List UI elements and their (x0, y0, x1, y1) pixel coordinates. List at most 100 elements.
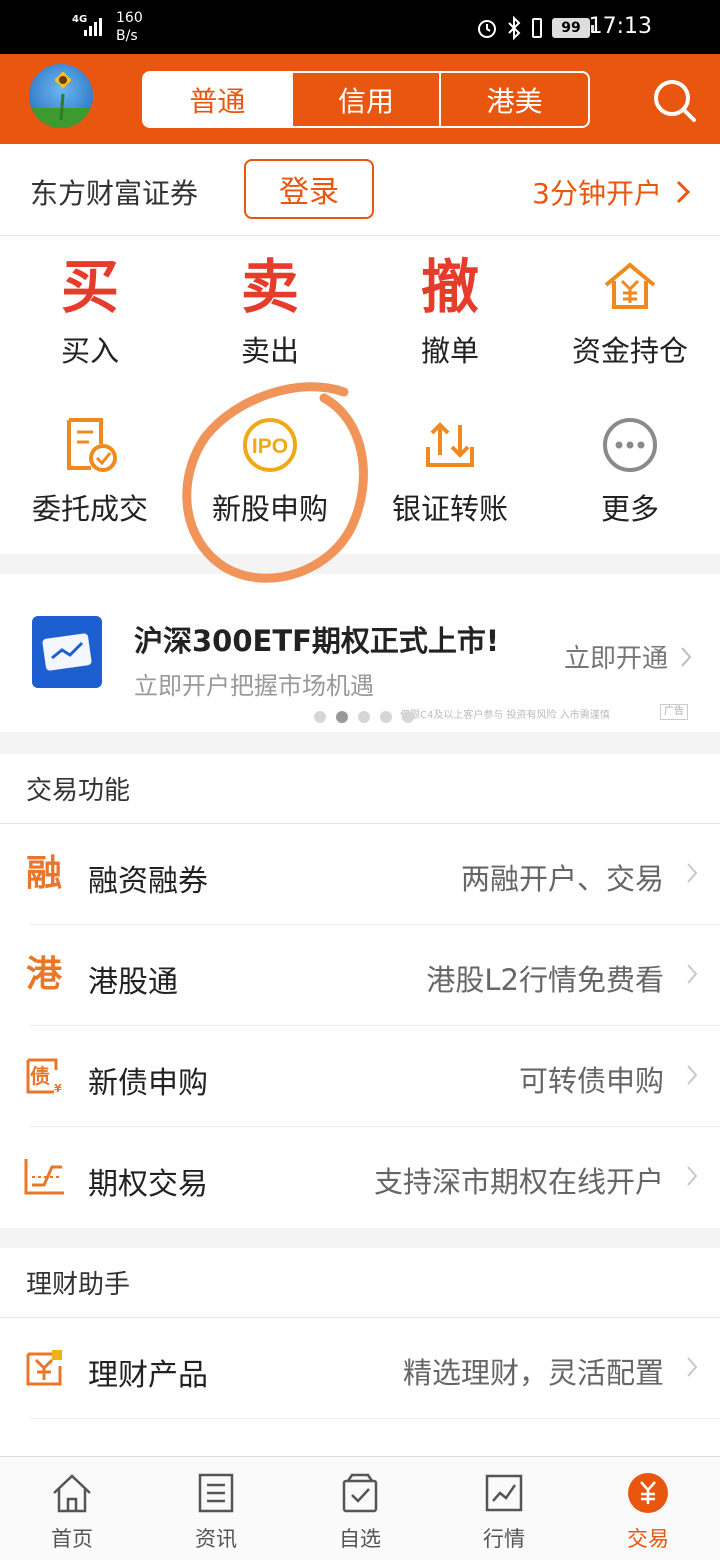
row-desc: 精选理财，灵活配置 (402, 1356, 664, 1390)
row-name: 理财产品 (88, 1358, 208, 1393)
speed-unit: B/s (116, 28, 138, 44)
svg-text:¥: ¥ (54, 1082, 62, 1095)
list-item-bond-subscribe[interactable]: 债 ¥ 新债申购 可转债申购 (0, 1026, 720, 1127)
buy-action[interactable]: 买 买入 (0, 236, 180, 386)
tab-news[interactable]: 资讯 (144, 1457, 288, 1560)
avatar[interactable] (29, 64, 93, 128)
search-icon[interactable] (650, 76, 698, 124)
tab-normal[interactable]: 普通 (144, 73, 293, 126)
ipo-icon: IPO (180, 412, 360, 478)
more-label: 更多 (600, 492, 659, 526)
banner-cta-label: 立即开通 (563, 644, 668, 674)
status-icons: 99 (476, 14, 594, 42)
chevron-right-icon (687, 1357, 698, 1377)
battery-icon: 99 (552, 18, 594, 38)
banner-chart-icon (32, 616, 102, 688)
home-icon (53, 1474, 91, 1513)
wealth-product-icon (22, 1346, 66, 1390)
bank-transfer-action[interactable]: 银证转账 (360, 394, 540, 544)
margin-icon: 融 (25, 853, 62, 894)
transfer-icon (360, 412, 540, 478)
bond-icon: 债 ¥ (22, 1054, 66, 1098)
trade-functions-section: 交易功能 融 融资融券 两融开户、交易 港 港股通 港股L2行情免费看 债 ¥ … (0, 754, 720, 1228)
row-name: 期权交易 (88, 1167, 208, 1202)
login-button[interactable]: 登录 (244, 159, 374, 219)
ad-badge: 广告 (660, 704, 688, 720)
ipo-subscribe-label: 新股申购 (211, 492, 328, 526)
orders-trades-action[interactable]: 委托成交 (0, 394, 180, 544)
open-account-link[interactable]: 3分钟开户 (532, 172, 690, 212)
ipo-icon-text: IPO (252, 435, 288, 458)
section-title: 交易功能 (0, 754, 720, 824)
row-desc: 两融开户、交易 (460, 862, 664, 896)
order-check-icon (0, 412, 180, 478)
banner-subtitle: 立即开户把握市场机遇 (134, 672, 374, 700)
carousel-dot[interactable] (380, 711, 392, 723)
news-icon (198, 1473, 234, 1513)
bottom-tab-bar: 首页 资讯 自选 行情 交易 (0, 1456, 720, 1560)
tab-label: 首页 (51, 1527, 93, 1551)
banner-title: 沪深300ETF期权正式上市! (134, 624, 500, 658)
list-item-margin-trading[interactable]: 融 融资融券 两融开户、交易 (0, 824, 720, 925)
signal-icon: 4G (72, 14, 104, 40)
bank-transfer-label: 银证转账 (391, 492, 508, 526)
sell-glyph: 卖 (240, 253, 299, 321)
list-item-wealth-products[interactable]: 理财产品 精选理财，灵活配置 (0, 1318, 720, 1419)
chevron-right-icon (687, 1065, 698, 1085)
sell-action[interactable]: 卖 卖出 (180, 236, 360, 386)
tab-watchlist[interactable]: 自选 (288, 1457, 432, 1560)
tab-label: 资讯 (195, 1527, 237, 1551)
cancel-glyph: 撤 (420, 253, 479, 321)
tab-label: 行情 (483, 1527, 525, 1551)
wealth-assistant-section: 理财助手 理财产品 精选理财，灵活配置 (0, 1248, 720, 1456)
chevron-right-icon (687, 964, 698, 984)
chevron-right-icon (681, 646, 692, 667)
status-bar: 4G 160 B/s 99 17:13 (0, 0, 720, 54)
trade-icon (628, 1473, 668, 1513)
speed-value: 160 (116, 10, 143, 26)
banner-cta[interactable]: 立即开通 (564, 638, 692, 675)
tab-trade[interactable]: 交易 (576, 1457, 720, 1560)
chevron-right-icon (687, 1166, 698, 1186)
carousel-dots (314, 711, 414, 723)
funds-positions-label: 资金持仓 (571, 334, 688, 368)
market-icon (485, 1474, 523, 1512)
carousel-dot[interactable] (336, 711, 348, 723)
ipo-subscribe-action[interactable]: IPO 新股申购 (180, 394, 360, 544)
alarm-icon (478, 20, 496, 38)
yuan-house-icon (540, 254, 720, 320)
clock: 17:13 (588, 14, 652, 39)
risk-note: 仅限C4及以上客户参与 投资有风险 入市需谨慎 (400, 710, 610, 721)
watchlist-icon (342, 1473, 378, 1513)
promo-banner[interactable]: 沪深300ETF期权正式上市! 立即开户把握市场机遇 立即开通 仅限C4及以上客… (0, 574, 720, 732)
bluetooth-icon (508, 16, 521, 40)
row-name: 新债申购 (88, 1066, 208, 1101)
row-desc: 港股L2行情免费看 (426, 963, 664, 997)
option-chart-icon (22, 1155, 66, 1199)
funds-positions-action[interactable]: 资金持仓 (540, 236, 720, 386)
quick-actions-grid: 买 买入 卖 卖出 撤 撤单 资金持仓 委托成交 IPO 新股申购 银证转账 更… (0, 236, 720, 554)
more-action[interactable]: 更多 (540, 394, 720, 544)
sell-label: 卖出 (240, 334, 299, 368)
row-name: 融资融券 (88, 864, 208, 899)
tab-credit[interactable]: 信用 (293, 73, 442, 126)
list-item-hk-connect[interactable]: 港 港股通 港股L2行情免费看 (0, 925, 720, 1026)
app-header: 普通 信用 港美 (0, 54, 720, 144)
chevron-right-icon (676, 180, 690, 204)
list-item-options-trading[interactable]: 期权交易 支持深市期权在线开户 (0, 1127, 720, 1228)
row-desc: 支持深市期权在线开户 (373, 1165, 664, 1199)
carousel-dot[interactable] (358, 711, 370, 723)
cancel-order-action[interactable]: 撤 撤单 (360, 236, 540, 386)
tab-home[interactable]: 首页 (0, 1457, 144, 1560)
list-item-partial[interactable] (0, 1419, 720, 1456)
broker-name: 东方财富证券 (30, 177, 199, 210)
tab-market[interactable]: 行情 (432, 1457, 576, 1560)
buy-glyph: 买 (60, 253, 119, 321)
tab-hk-us[interactable]: 港美 (441, 73, 588, 126)
carousel-dot[interactable] (314, 711, 326, 723)
tab-label: 交易 (627, 1527, 669, 1551)
sunflower-icon (29, 72, 93, 128)
carousel-dot[interactable] (402, 711, 414, 723)
hk-connect-icon: 港 (25, 954, 62, 995)
buy-label: 买入 (60, 334, 119, 368)
